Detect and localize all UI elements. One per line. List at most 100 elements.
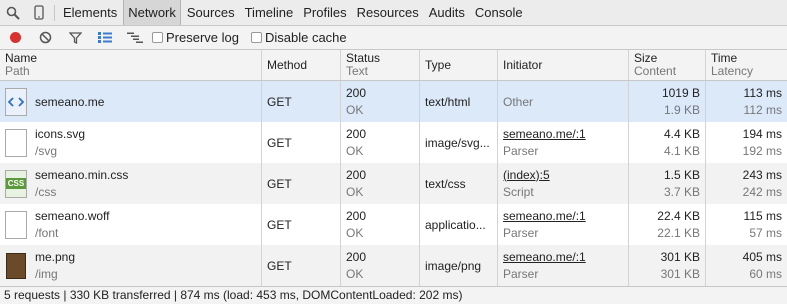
preserve-log-box[interactable] <box>152 32 163 43</box>
large-rows-button[interactable] <box>90 26 120 49</box>
status-text: OK <box>346 225 364 240</box>
clear-icon <box>39 31 51 44</box>
request-method: GET <box>267 217 292 232</box>
device-mode-icon[interactable] <box>26 0 52 25</box>
inspect-search-icon[interactable] <box>0 0 26 25</box>
tabbar-separator <box>54 4 55 21</box>
request-content-size: 301 KB <box>660 266 700 281</box>
tab-audits[interactable]: Audits <box>425 0 469 25</box>
table-header: Name Path Method Status Text Type Initia… <box>0 50 787 81</box>
tab-sources[interactable]: Sources <box>183 0 239 25</box>
request-initiator: Other <box>503 94 534 109</box>
status-text: OK <box>346 266 364 281</box>
column-header-type[interactable]: Type <box>420 50 498 80</box>
request-type: image/png <box>425 258 482 273</box>
status-code: 200 <box>346 126 367 141</box>
preserve-log-checkbox[interactable]: Preserve log <box>152 30 239 45</box>
request-time: 243 ms <box>742 167 782 182</box>
initiator-type: Script <box>503 184 534 199</box>
tab-elements[interactable]: Elements <box>59 0 121 25</box>
request-latency: 57 ms <box>749 225 782 240</box>
request-method: GET <box>267 176 292 191</box>
table-row[interactable]: me.png/img GET 200 OK image/png semeano.m… <box>0 245 787 286</box>
tab-resources[interactable]: Resources <box>353 0 423 25</box>
request-method: GET <box>267 94 292 109</box>
record-button[interactable] <box>0 26 30 49</box>
request-content-size: 3.7 KB <box>663 184 700 199</box>
filter-icon <box>68 31 82 44</box>
request-path: /font <box>35 225 59 240</box>
status-text: OK <box>346 184 364 199</box>
request-name: semeano.me <box>35 94 105 109</box>
column-header-name[interactable]: Name Path <box>0 50 262 80</box>
file-icon <box>5 128 27 157</box>
request-content-size: 22.1 KB <box>657 225 700 240</box>
disable-cache-checkbox[interactable]: Disable cache <box>250 30 347 45</box>
clear-button[interactable] <box>30 26 60 49</box>
request-type: image/svg... <box>425 135 490 150</box>
request-size: 301 KB <box>660 249 700 264</box>
initiator-type: Parser <box>503 225 539 240</box>
request-time: 405 ms <box>742 249 782 264</box>
overview-icon <box>127 32 143 43</box>
request-time: 113 ms <box>743 85 782 100</box>
request-size: 1.5 KB <box>663 167 700 182</box>
request-name: icons.svg <box>35 126 86 141</box>
request-name: semeano.woff <box>35 208 110 223</box>
initiator-link[interactable]: (index):5 <box>503 167 623 184</box>
table-row[interactable]: icons.svg/svg GET 200 OK image/svg... sem… <box>0 122 787 163</box>
request-path: /svg <box>35 143 58 158</box>
initiator-link[interactable]: semeano.me/:1 <box>503 208 623 225</box>
request-type: text/css <box>425 176 466 191</box>
disable-cache-box[interactable] <box>250 32 262 43</box>
tab-profiles[interactable]: Profiles <box>299 0 350 25</box>
column-header-time[interactable]: Time Latency <box>706 50 787 80</box>
tab-console[interactable]: Console <box>471 0 527 25</box>
request-latency: 242 ms <box>742 184 782 199</box>
status-text: OK <box>346 102 364 117</box>
request-size: 4.4 KB <box>663 126 700 141</box>
column-header-status[interactable]: Status Text <box>341 50 420 80</box>
status-text: OK <box>346 143 364 158</box>
initiator-type: Parser <box>503 266 539 281</box>
initiator-type: Parser <box>503 143 539 158</box>
network-toolbar: Preserve log Disable cache <box>0 26 787 50</box>
request-path: /img <box>35 266 58 281</box>
devtools-tabbar: Elements Network Sources Timeline Profil… <box>0 0 787 26</box>
status-code: 200 <box>346 249 367 264</box>
request-latency: 192 ms <box>742 143 782 158</box>
request-size: 1019 B <box>661 85 700 100</box>
table-row[interactable]: semeano.me GET 200 OK text/html Other 101… <box>0 81 787 122</box>
request-size: 22.4 KB <box>657 208 700 223</box>
column-header-size[interactable]: Size Content <box>629 50 706 80</box>
network-summary: 5 requests | 330 KB transferred | 874 ms… <box>4 288 463 302</box>
request-method: GET <box>267 258 292 273</box>
status-code: 200 <box>346 167 367 182</box>
file-icon <box>5 210 27 239</box>
css-file-icon: CSS <box>5 169 27 198</box>
column-header-initiator[interactable]: Initiator <box>498 50 629 80</box>
request-path: /css <box>35 184 57 199</box>
request-method: GET <box>267 135 292 150</box>
large-rows-icon <box>98 32 112 43</box>
image-thumbnail-icon <box>5 252 27 280</box>
overview-button[interactable] <box>120 26 150 49</box>
request-name: semeano.min.css <box>35 167 129 182</box>
status-code: 200 <box>346 85 367 100</box>
tab-network[interactable]: Network <box>123 0 181 25</box>
initiator-link[interactable]: semeano.me/:1 <box>503 249 623 266</box>
tab-timeline[interactable]: Timeline <box>241 0 298 25</box>
request-content-size: 1.9 KB <box>663 102 700 117</box>
column-header-method[interactable]: Method <box>262 50 341 80</box>
request-type: applicatio... <box>425 217 486 232</box>
html-file-icon <box>5 87 27 116</box>
disable-cache-label: Disable cache <box>264 30 347 45</box>
request-time: 194 ms <box>742 126 782 141</box>
table-row[interactable]: semeano.woff/font GET 200 OK applicatio..… <box>0 204 787 245</box>
request-content-size: 4.1 KB <box>663 143 700 158</box>
request-type: text/html <box>425 94 471 109</box>
initiator-link[interactable]: semeano.me/:1 <box>503 126 623 143</box>
request-latency: 112 ms <box>743 102 782 117</box>
filter-button[interactable] <box>60 26 90 49</box>
table-row[interactable]: CSS semeano.min.css/css GET 200 OK text/c… <box>0 163 787 204</box>
